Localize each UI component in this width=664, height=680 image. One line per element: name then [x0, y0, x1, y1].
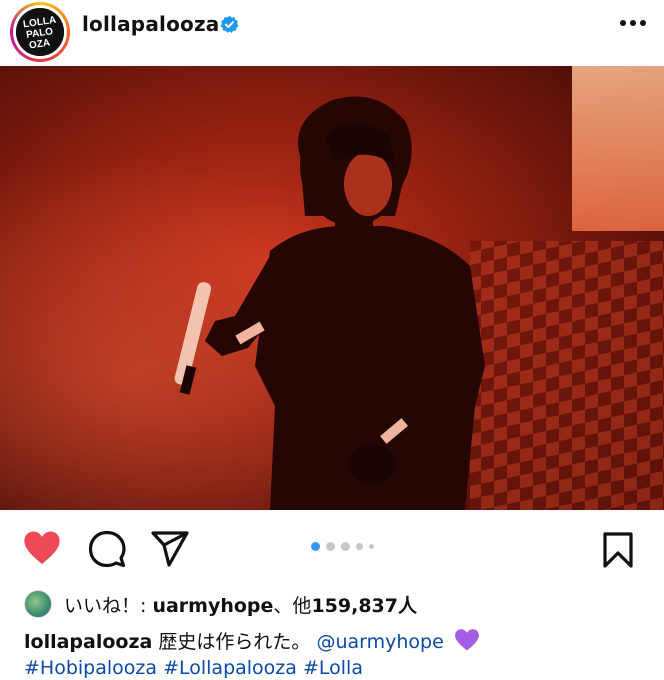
likes-row: いいね！: uarmyhope、他159,837人 — [24, 590, 417, 618]
lollapalooza-logo: LOLLA PALO OZA — [16, 8, 64, 56]
avatar-border: LOLLA PALO OZA — [13, 5, 67, 59]
hashtag[interactable]: #Lolla — [303, 657, 363, 679]
post-image[interactable] — [0, 66, 664, 510]
verified-badge-icon — [220, 15, 239, 33]
liker-avatar[interactable] — [24, 590, 52, 618]
profile-avatar[interactable]: LOLLA PALO OZA — [10, 2, 70, 62]
bookmark-icon[interactable] — [601, 531, 635, 569]
likes-suffix: 、他 — [273, 594, 312, 617]
send-icon[interactable] — [150, 530, 190, 568]
carousel-indicator — [311, 542, 374, 551]
caption-username[interactable]: lollapalooza — [24, 631, 152, 653]
liker-username[interactable]: uarmyhope — [152, 595, 273, 617]
caption-mention[interactable]: @uarmyhope — [316, 631, 443, 653]
post-action-bar — [0, 510, 664, 586]
likes-unit: 人 — [397, 594, 417, 617]
hashtag[interactable]: #Lollapalooza — [163, 657, 297, 679]
post-caption: lollapalooza 歴史は作られた。 @uarmyhope #Hobipa… — [24, 628, 644, 680]
carousel-dot — [326, 542, 335, 551]
carousel-dot — [356, 543, 363, 550]
comment-icon[interactable] — [88, 530, 126, 568]
likes-prefix: いいね！: — [64, 594, 153, 617]
likes-text[interactable]: いいね！: uarmyhope、他159,837人 — [64, 591, 417, 618]
carousel-dot — [369, 544, 374, 549]
hashtag[interactable]: #Hobipalooza — [24, 657, 157, 679]
carousel-dot-active — [311, 542, 320, 551]
heart-filled-icon[interactable] — [22, 530, 62, 566]
carousel-dot — [341, 542, 350, 551]
purple-heart-icon — [454, 629, 479, 651]
post-username[interactable]: lollapalooza — [82, 12, 220, 36]
likes-count: 159,837 — [311, 594, 398, 617]
caption-text: 歴史は作られた。 — [158, 631, 311, 653]
post-header: LOLLA PALO OZA lollapalooza — [0, 0, 664, 66]
more-options-icon[interactable] — [620, 20, 646, 26]
